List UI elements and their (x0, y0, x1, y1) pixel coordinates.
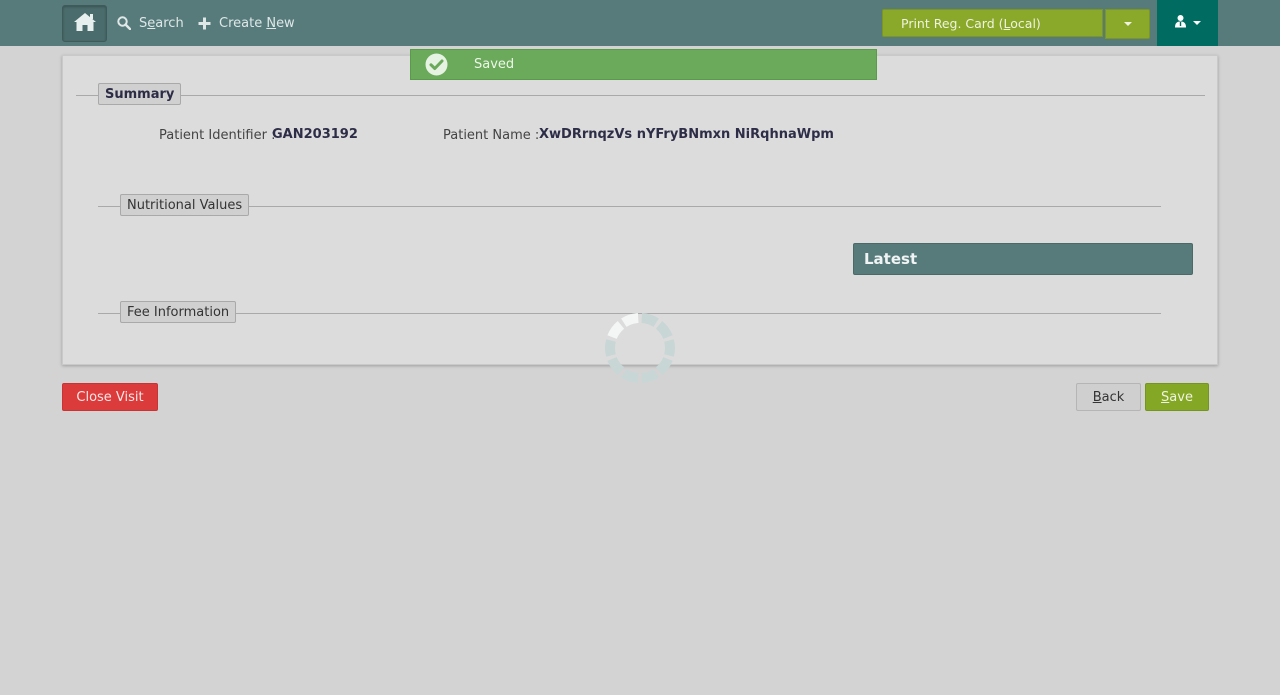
spinner-segment (641, 313, 659, 327)
latest-header: Latest (853, 243, 1193, 275)
spinner-segment (621, 369, 639, 383)
fee-information-legend: Fee Information (120, 301, 237, 323)
nutritional-divider (98, 206, 1161, 207)
user-icon (1174, 14, 1187, 32)
spinner-icon (604, 312, 676, 384)
nutritional-values-legend: Nutritional Values (120, 194, 250, 216)
plus-icon (198, 17, 211, 30)
spinner-segment (604, 339, 616, 357)
back-button[interactable]: Back (1076, 383, 1141, 411)
print-options-dropdown[interactable] (1105, 9, 1150, 39)
save-button[interactable]: Save (1145, 383, 1209, 411)
save-label: ave (1169, 389, 1193, 405)
print-reg-card-label: Print Reg. Card (Local) (901, 15, 1041, 31)
saved-notification: Saved (410, 49, 877, 80)
back-accel: B (1092, 389, 1102, 405)
spinner-segment (641, 369, 659, 383)
check-circle-icon (425, 53, 448, 76)
search-link[interactable]: Search (117, 14, 184, 32)
latest-label: Latest (864, 250, 918, 268)
search-icon (117, 16, 131, 30)
create-new-link[interactable]: Create New (198, 14, 295, 32)
spinner-segment (655, 357, 673, 376)
patient-name-value: XwDRrnqzVs nYFryBNmxn NiRqhnaWpm (539, 127, 834, 142)
summary-divider (76, 95, 1205, 96)
home-icon (73, 12, 97, 36)
back-label: ack (1101, 389, 1125, 405)
patient-name-label: Patient Name : (443, 128, 540, 143)
spinner-segment (664, 339, 676, 357)
summary-legend: Summary (98, 83, 182, 105)
spinner-segment (621, 313, 639, 327)
top-navbar: Search Create New Print Reg. Card (Local… (0, 0, 1280, 46)
close-visit-button[interactable]: Close Visit (62, 383, 158, 411)
spinner-segment (607, 320, 625, 339)
spinner-segment (655, 320, 673, 339)
chevron-down-icon (1193, 21, 1201, 25)
spinner-segment (607, 357, 625, 376)
create-new-label: Create New (219, 15, 295, 31)
home-button[interactable] (62, 5, 107, 42)
print-reg-card-button[interactable]: Print Reg. Card (Local) (882, 9, 1103, 37)
saved-message: Saved (474, 57, 515, 72)
patient-identifier-value: GAN203192 (272, 127, 358, 142)
user-menu-button[interactable] (1157, 0, 1218, 46)
search-label: Search (139, 15, 184, 31)
chevron-down-icon (1123, 22, 1132, 26)
patient-identifier-label: Patient Identifier : (159, 128, 276, 143)
save-accel: S (1161, 389, 1170, 405)
